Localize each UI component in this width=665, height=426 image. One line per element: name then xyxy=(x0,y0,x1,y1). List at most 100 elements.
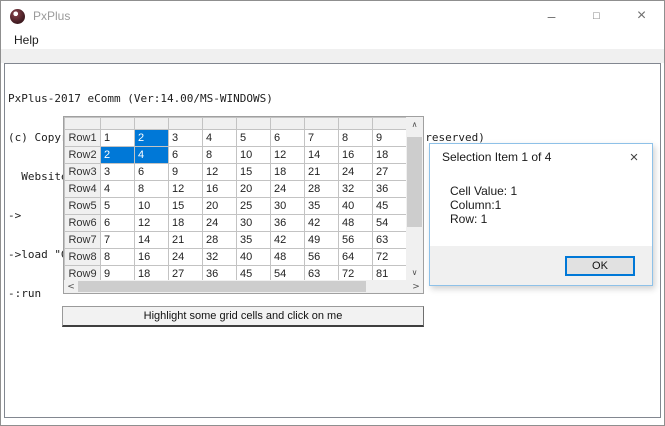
grid-cell[interactable]: 18 xyxy=(169,215,203,232)
grid-row-header[interactable]: Row1 xyxy=(65,130,101,147)
grid-cell[interactable]: 6 xyxy=(271,130,305,147)
grid-cell[interactable]: 8 xyxy=(339,130,373,147)
grid-cell[interactable]: 14 xyxy=(305,147,339,164)
grid-cell[interactable]: 3 xyxy=(169,130,203,147)
grid-cell[interactable]: 35 xyxy=(305,198,339,215)
grid-row-header[interactable]: Row8 xyxy=(65,249,101,266)
grid-cell[interactable]: 72 xyxy=(373,249,407,266)
grid-col-header[interactable] xyxy=(271,118,305,130)
grid-row-header[interactable]: Row2 xyxy=(65,147,101,164)
grid-cell[interactable]: 3 xyxy=(101,164,135,181)
grid-cell[interactable]: 21 xyxy=(169,232,203,249)
grid-cell[interactable]: 36 xyxy=(373,181,407,198)
grid-row-header[interactable]: Row4 xyxy=(65,181,101,198)
grid-row-header[interactable]: Row7 xyxy=(65,232,101,249)
grid-vertical-scrollbar[interactable]: ∧ ∨ xyxy=(406,117,423,280)
grid-cell[interactable]: 24 xyxy=(339,164,373,181)
grid-cell[interactable]: 56 xyxy=(305,249,339,266)
grid-cell[interactable]: 64 xyxy=(339,249,373,266)
grid-cell[interactable]: 24 xyxy=(203,215,237,232)
highlight-grid-button[interactable]: Highlight some grid cells and click on m… xyxy=(62,306,424,327)
grid-cell[interactable]: 8 xyxy=(101,249,135,266)
grid-cell[interactable]: 40 xyxy=(237,249,271,266)
grid-cell[interactable]: 24 xyxy=(271,181,305,198)
grid-cell[interactable]: 28 xyxy=(203,232,237,249)
grid-cell[interactable]: 20 xyxy=(237,181,271,198)
grid-cell[interactable]: 4 xyxy=(101,181,135,198)
grid-cell[interactable]: 20 xyxy=(203,198,237,215)
dialog-titlebar[interactable]: Selection Item 1 of 4 × xyxy=(430,144,652,170)
grid-cell[interactable]: 63 xyxy=(373,232,407,249)
grid-cell[interactable]: 16 xyxy=(339,147,373,164)
grid-cell[interactable]: 56 xyxy=(339,232,373,249)
maximize-button[interactable]: □ xyxy=(574,1,619,31)
grid-cell[interactable]: 16 xyxy=(135,249,169,266)
grid-cell[interactable]: 32 xyxy=(339,181,373,198)
grid-cell[interactable]: 2 xyxy=(101,147,135,164)
grid-cell[interactable]: 12 xyxy=(169,181,203,198)
grid-col-header[interactable] xyxy=(237,118,271,130)
grid-cell[interactable]: 48 xyxy=(271,249,305,266)
grid-cell[interactable]: 5 xyxy=(237,130,271,147)
grid-cell[interactable]: 18 xyxy=(373,147,407,164)
menu-item-help[interactable]: Help xyxy=(10,32,43,48)
minimize-button[interactable]: – xyxy=(529,1,574,31)
grid-cell[interactable]: 7 xyxy=(305,130,339,147)
close-button[interactable]: × xyxy=(619,1,664,31)
grid-row-header[interactable]: Row6 xyxy=(65,215,101,232)
grid-col-header[interactable] xyxy=(135,118,169,130)
ok-button[interactable]: OK xyxy=(565,256,635,276)
grid-cell[interactable]: 2 xyxy=(135,130,169,147)
grid-cell[interactable]: 32 xyxy=(203,249,237,266)
scroll-right-icon[interactable]: > xyxy=(409,280,423,293)
grid-cell[interactable]: 42 xyxy=(271,232,305,249)
grid-col-header[interactable] xyxy=(339,118,373,130)
grid-cell[interactable]: 30 xyxy=(271,198,305,215)
grid-cell[interactable]: 9 xyxy=(373,130,407,147)
grid-col-header[interactable] xyxy=(203,118,237,130)
grid-cell[interactable]: 4 xyxy=(203,130,237,147)
grid-cell[interactable]: 12 xyxy=(135,215,169,232)
grid-cell[interactable]: 28 xyxy=(305,181,339,198)
scroll-down-icon[interactable]: ∨ xyxy=(406,265,423,280)
grid-row-header[interactable]: Row3 xyxy=(65,164,101,181)
grid-cell[interactable]: 6 xyxy=(135,164,169,181)
grid-cell[interactable]: 9 xyxy=(169,164,203,181)
grid-cell[interactable]: 40 xyxy=(339,198,373,215)
grid-cell[interactable]: 25 xyxy=(237,198,271,215)
grid-cell[interactable]: 36 xyxy=(271,215,305,232)
grid-cell[interactable]: 54 xyxy=(373,215,407,232)
grid-cell[interactable]: 6 xyxy=(101,215,135,232)
grid-cell[interactable]: 42 xyxy=(305,215,339,232)
grid-cell[interactable]: 45 xyxy=(373,198,407,215)
grid-cell[interactable]: 16 xyxy=(203,181,237,198)
grid-cell[interactable]: 8 xyxy=(203,147,237,164)
grid-cell[interactable]: 49 xyxy=(305,232,339,249)
grid-col-header[interactable] xyxy=(373,118,407,130)
vertical-scroll-thumb[interactable] xyxy=(407,137,422,227)
grid-cell[interactable]: 1 xyxy=(101,130,135,147)
grid-cell[interactable]: 48 xyxy=(339,215,373,232)
dialog-close-icon[interactable]: × xyxy=(625,148,643,166)
grid-cell[interactable]: 15 xyxy=(169,198,203,215)
grid-cell[interactable]: 30 xyxy=(237,215,271,232)
grid-cell[interactable]: 18 xyxy=(271,164,305,181)
grid-cell[interactable]: 4 xyxy=(135,147,169,164)
grid-cell[interactable]: 6 xyxy=(169,147,203,164)
grid-cell[interactable]: 14 xyxy=(135,232,169,249)
grid-corner-header[interactable] xyxy=(65,118,101,130)
grid-cell[interactable]: 27 xyxy=(373,164,407,181)
grid-cell[interactable]: 24 xyxy=(169,249,203,266)
grid-row-header[interactable]: Row5 xyxy=(65,198,101,215)
grid-cell[interactable]: 8 xyxy=(135,181,169,198)
grid-cell[interactable]: 21 xyxy=(305,164,339,181)
grid-horizontal-scrollbar[interactable]: < > xyxy=(64,280,423,293)
titlebar[interactable]: PxPlus – □ × xyxy=(1,1,664,31)
horizontal-scroll-thumb[interactable] xyxy=(78,281,366,292)
grid-col-header[interactable] xyxy=(169,118,203,130)
grid-col-header[interactable] xyxy=(101,118,135,130)
grid-cell[interactable]: 5 xyxy=(101,198,135,215)
grid-cell[interactable]: 10 xyxy=(135,198,169,215)
scroll-up-icon[interactable]: ∧ xyxy=(406,117,423,132)
grid-cell[interactable]: 35 xyxy=(237,232,271,249)
